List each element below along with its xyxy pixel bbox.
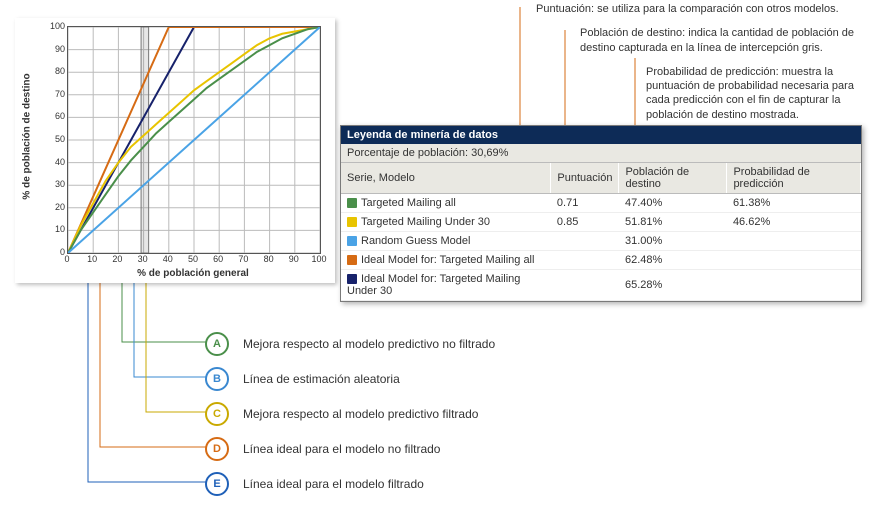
color-swatch bbox=[347, 198, 357, 208]
letter-label: Línea ideal para el modelo no filtrado bbox=[243, 442, 440, 456]
lift-chart-panel: % de población de destino 01020304050607… bbox=[15, 18, 335, 283]
letter-label: Mejora respecto al modelo predictivo fil… bbox=[243, 407, 478, 421]
callout-score: Puntuación: se utiliza para la comparaci… bbox=[500, 2, 880, 16]
col-score: Puntuación bbox=[551, 163, 619, 194]
letter-item: E Línea ideal para el modelo filtrado bbox=[205, 470, 495, 498]
color-swatch bbox=[347, 274, 357, 284]
letter-label: Mejora respecto al modelo predictivo no … bbox=[243, 337, 495, 351]
plot-area bbox=[67, 26, 321, 254]
color-swatch bbox=[347, 217, 357, 227]
table-row: Random Guess Model31.00% bbox=[341, 232, 861, 251]
col-prob: Probabilidad de predicción bbox=[727, 163, 861, 194]
y-axis-ticks: 0102030405060708090100 bbox=[43, 26, 65, 252]
callout-prob: Probabilidad de predicción: muestra la p… bbox=[610, 65, 880, 122]
table-row: Targeted Mailing all0.7147.40%61.38% bbox=[341, 194, 861, 213]
letter-item: D Línea ideal para el modelo no filtrado bbox=[205, 435, 495, 463]
callout-target: Población de destino: indica la cantidad… bbox=[544, 26, 880, 55]
letter-badge: D bbox=[205, 437, 229, 461]
col-series: Serie, Modelo bbox=[341, 163, 551, 194]
letter-badge: A bbox=[205, 332, 229, 356]
letter-item: C Mejora respecto al modelo predictivo fi… bbox=[205, 400, 495, 428]
letter-badge: B bbox=[205, 367, 229, 391]
top-callouts: Puntuación: se utiliza para la comparaci… bbox=[500, 2, 880, 132]
data-mining-legend: Leyenda de minería de datos Porcentaje d… bbox=[340, 125, 862, 302]
table-row: Ideal Model for: Targeted Mailing all62.… bbox=[341, 251, 861, 270]
intercept-band bbox=[141, 27, 149, 253]
letter-label: Línea ideal para el modelo filtrado bbox=[243, 477, 424, 491]
col-target: Población de destino bbox=[619, 163, 727, 194]
x-axis-ticks: 0102030405060708090100 bbox=[67, 254, 319, 266]
letter-badge: E bbox=[205, 472, 229, 496]
y-axis-title-box: % de población de destino bbox=[17, 26, 35, 252]
plot-svg bbox=[68, 27, 320, 253]
legend-population: Porcentaje de población: 30,69% bbox=[341, 144, 861, 163]
letter-item: B Línea de estimación aleatoria bbox=[205, 365, 495, 393]
table-row: Targeted Mailing Under 300.8551.81%46.62… bbox=[341, 213, 861, 232]
letter-legend: A Mejora respecto al modelo predictivo no… bbox=[205, 330, 495, 505]
letter-label: Línea de estimación aleatoria bbox=[243, 372, 400, 386]
letter-badge: C bbox=[205, 402, 229, 426]
color-swatch bbox=[347, 236, 357, 246]
color-swatch bbox=[347, 255, 357, 265]
y-axis-title: % de población de destino bbox=[22, 37, 33, 237]
table-row: Ideal Model for: Targeted Mailing Under … bbox=[341, 270, 861, 301]
legend-table: Serie, Modelo Puntuación Población de de… bbox=[341, 163, 861, 301]
page: % de población de destino 01020304050607… bbox=[0, 0, 882, 516]
letter-item: A Mejora respecto al modelo predictivo no… bbox=[205, 330, 495, 358]
x-axis-title: % de población general bbox=[67, 268, 319, 279]
